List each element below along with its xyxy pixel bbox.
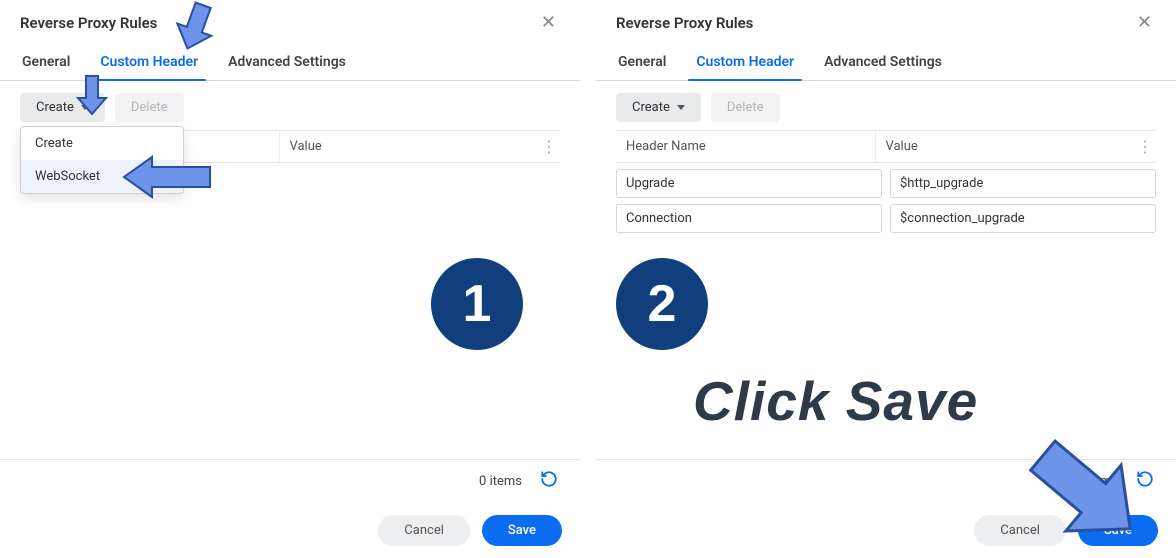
close-icon[interactable]: ✕ [533, 10, 564, 36]
annotation-arrow-icon [70, 72, 114, 116]
table-row[interactable] [616, 204, 1156, 233]
grid-header: Header Name Value ⋮ [616, 130, 1156, 163]
col-header-value: Value [279, 131, 539, 162]
header-value-input[interactable] [890, 169, 1156, 198]
col-header-name: Header Name [616, 131, 875, 162]
delete-button: Delete [711, 93, 780, 122]
annotation-arrow-icon [118, 153, 216, 201]
annotation-step-2: 2 [616, 258, 708, 350]
tab-general[interactable]: General [20, 42, 72, 80]
column-options-icon[interactable]: ⋮ [1134, 131, 1156, 162]
annotation-step-1: 1 [431, 258, 523, 350]
header-name-input[interactable] [616, 169, 882, 198]
grid-body [596, 163, 1176, 233]
refresh-icon[interactable] [536, 466, 562, 497]
header-value-input[interactable] [890, 204, 1156, 233]
create-dropdown-button[interactable]: Create [616, 93, 701, 122]
tabs: General Custom Header Advanced Settings [596, 42, 1176, 81]
annotation-click-save: Click Save [693, 369, 978, 433]
annotation-arrow-icon [1010, 426, 1160, 556]
cancel-button[interactable]: Cancel [378, 515, 470, 546]
items-count: 0 items [479, 474, 522, 489]
modal-title: Reverse Proxy Rules [616, 14, 753, 32]
delete-button: Delete [115, 93, 184, 122]
header-name-input[interactable] [616, 204, 882, 233]
tab-advanced-settings[interactable]: Advanced Settings [822, 42, 944, 80]
grid-footer: 0 items [0, 459, 580, 502]
tab-general[interactable]: General [616, 42, 668, 80]
modal-header: Reverse Proxy Rules ✕ [0, 0, 580, 42]
table-row[interactable] [616, 169, 1156, 198]
modal-actions: Cancel Save [0, 503, 580, 558]
modal-header: Reverse Proxy Rules ✕ [596, 0, 1176, 42]
tab-advanced-settings[interactable]: Advanced Settings [226, 42, 348, 80]
column-options-icon[interactable]: ⋮ [538, 131, 560, 162]
annotation-arrow-icon [166, 0, 226, 54]
close-icon[interactable]: ✕ [1129, 10, 1160, 36]
save-button[interactable]: Save [482, 515, 562, 546]
toolbar: Create Delete [596, 81, 1176, 130]
col-header-value: Value [875, 131, 1135, 162]
tab-custom-header[interactable]: Custom Header [694, 42, 796, 80]
modal-title: Reverse Proxy Rules [20, 14, 157, 32]
